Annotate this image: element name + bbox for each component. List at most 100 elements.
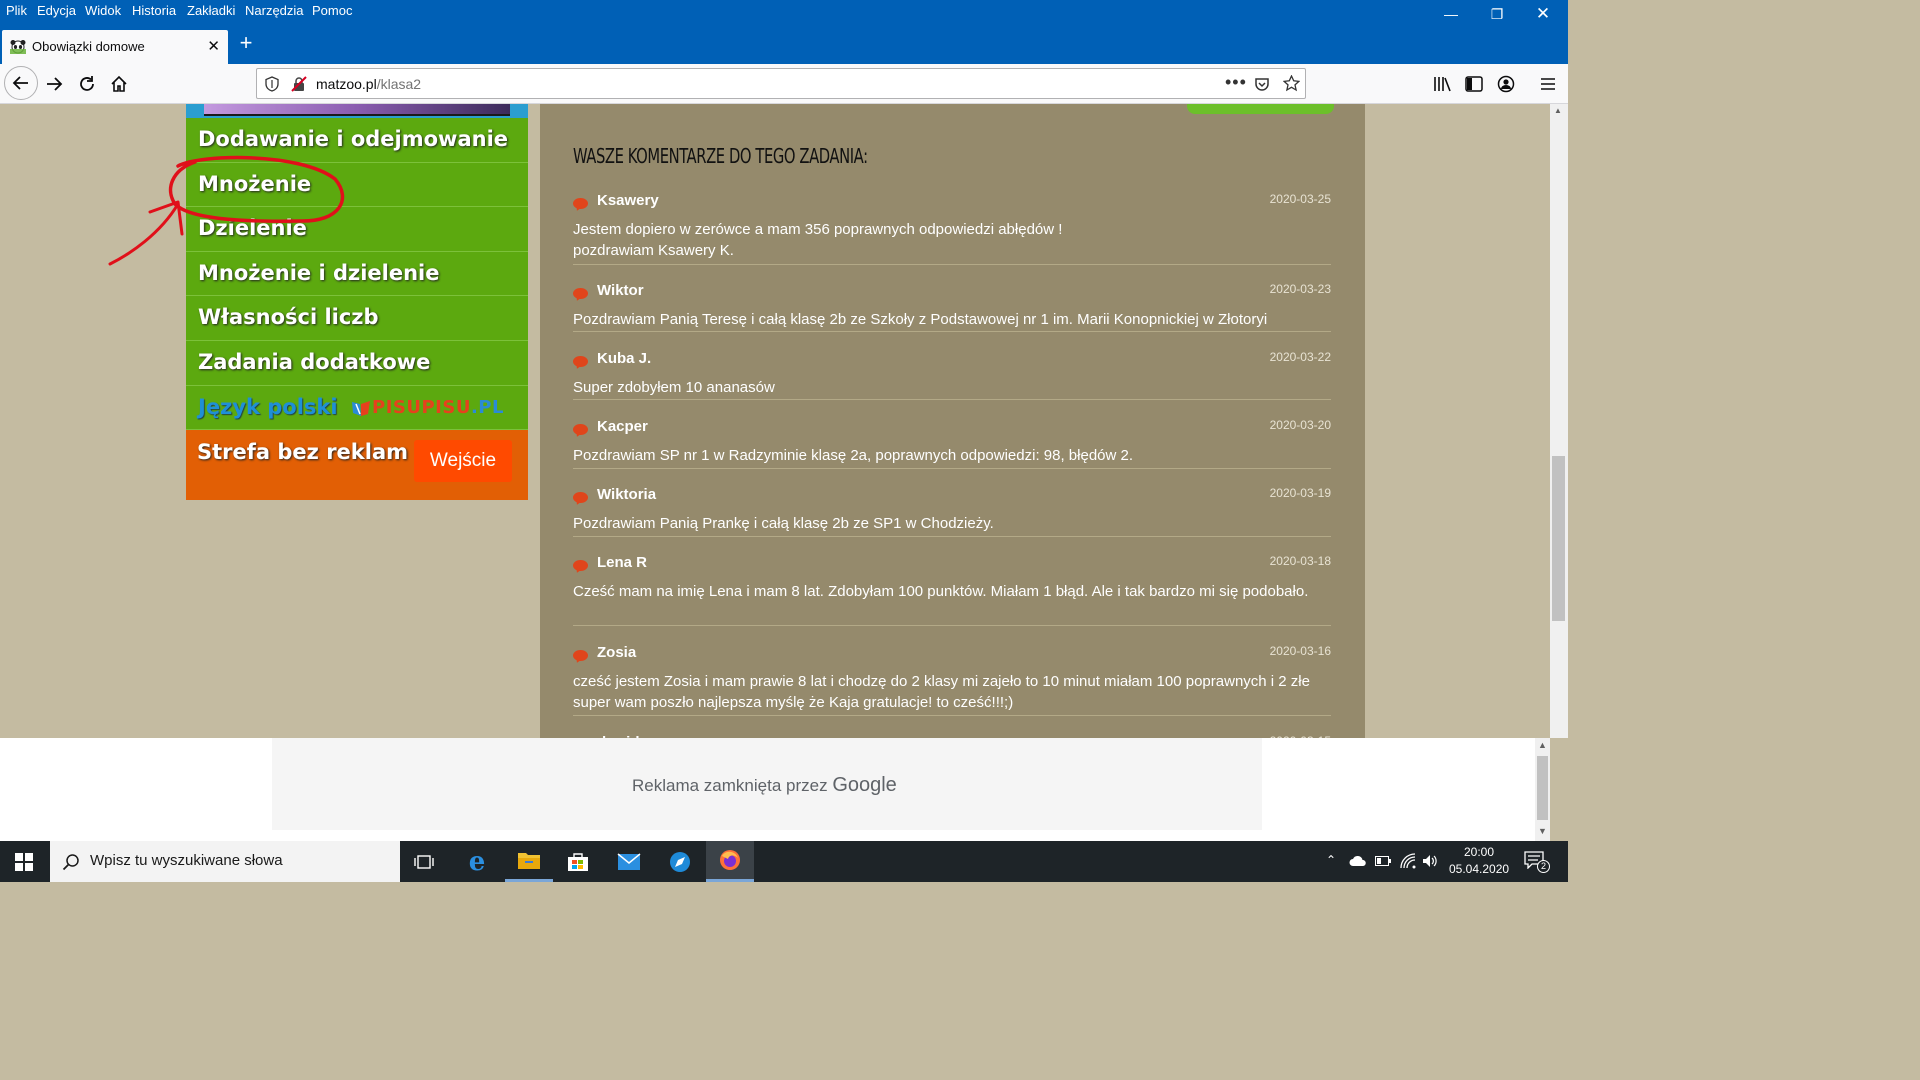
notification-center-icon[interactable]: 2 [1524,851,1550,873]
comment-author: Kuba J. [597,350,652,367]
speech-bubble-icon [573,492,588,503]
sidebar-toggle-icon[interactable] [1458,68,1490,100]
sidebar-item-dzielenie[interactable]: Dzielenie [186,207,528,252]
new-tab-icon[interactable]: + [234,32,258,56]
ad-scrollbar-thumb[interactable] [1537,756,1548,820]
category-sidebar: Dodawanie i odejmowanie Mnożenie Dzielen… [186,104,528,501]
sidebar-item-jezyk-polski[interactable]: Język polski PISUPISU.PL [186,385,528,431]
firefox-taskbar-icon[interactable] [706,841,754,882]
comment-item: Zosia 2020-03-16 cześć jestem Zosia i ma… [573,644,1331,716]
file-explorer-icon[interactable] [505,841,553,882]
comment-text: Pozdrawiam Panią Teresę i całą klasę 2b … [573,311,1268,328]
scroll-up-icon[interactable]: ▲ [1554,106,1562,115]
safari-compass-icon[interactable] [656,841,704,882]
menu-edycja[interactable]: Edycja [37,3,76,18]
account-icon[interactable] [1490,68,1522,100]
tab-obowiazki-domowe[interactable]: Obowiązki domowe ✕ [2,30,228,64]
tray-chevron-icon[interactable]: ⌃ [1326,853,1336,867]
ad-closed-text: Reklama zamknięta przez [632,776,828,795]
pocket-icon[interactable] [1254,76,1270,92]
menu-plik[interactable]: Plik [6,3,27,18]
scroll-down-icon[interactable]: ▼ [1535,826,1550,836]
comment-author: Lena R [597,554,648,571]
comment-item: Wiktor 2020-03-23 Pozdrawiam Panią Teres… [573,282,1331,332]
ad-scrollbar[interactable]: ▲ ▼ [1535,738,1550,841]
speech-bubble-icon [573,650,588,661]
comment-date: 2020-03-18 [1269,554,1331,568]
menu-zakladki[interactable]: Zakładki [187,3,235,18]
battery-icon[interactable] [1375,856,1391,866]
comment-date: 2020-03-16 [1269,644,1331,658]
sidebar-item-dodawanie[interactable]: Dodawanie i odejmowanie [186,118,528,163]
comment-text: Jestem dopiero w zerówce a mam 356 popra… [573,221,1063,259]
comment-item: Kuba J. 2020-03-22 Super zdobyłem 10 ana… [573,350,1331,400]
sidebar-item-label: Dzielenie [198,216,307,241]
page-viewport: Dodawanie i odejmowanie Mnożenie Dzielen… [0,104,1550,738]
volume-icon[interactable] [1422,854,1438,868]
speech-bubble-icon [573,198,588,209]
url-host: matzoo.pl [316,76,377,92]
comment-text: Super zdobyłem 10 ananasów [573,379,775,396]
wifi-icon[interactable] [1400,853,1416,869]
home-icon[interactable] [103,68,135,100]
shield-icon[interactable] [265,76,279,92]
wejscie-button[interactable]: Wejście [414,440,512,483]
sidebar-item-label: Mnożenie [198,171,312,196]
pisupisu-logo-main: PISUPISU [372,396,471,418]
comment-author: Ksawery [597,192,659,209]
sidebar-item-mnozenie[interactable]: Mnożenie [186,162,528,208]
top-green-button[interactable] [1187,104,1334,114]
comments-panel: WASZE KOMENTARZE DO TEGO ZADANIA: Ksawer… [540,104,1365,738]
url-bar[interactable]: matzoo.pl/klasa2 ••• [256,68,1306,99]
bookmark-star-icon[interactable] [1283,75,1300,92]
comment-text: Pozdrawiam SP nr 1 w Radzyminie klasę 2a… [573,447,1134,464]
tab-strip: Obowiązki domowe ✕ + [0,24,1568,64]
sidebar-item-mnozenie-i-dzielenie[interactable]: Mnożenie i dzielenie [186,251,528,297]
system-clock[interactable]: 20:00 05.04.2020 [1449,844,1509,878]
scroll-up-icon[interactable]: ▲ [1535,740,1550,750]
url-path: /klasa2 [376,76,422,92]
task-view-icon[interactable] [400,841,448,882]
page-actions-icon[interactable]: ••• [1225,72,1247,93]
library-icon[interactable] [1426,68,1458,100]
edge-icon[interactable]: e [453,841,501,882]
comment-item: Kacper 2020-03-20 Pozdrawiam SP nr 1 w R… [573,418,1331,469]
sidebar-item-label: Mnożenie i dzielenie [198,260,440,285]
hamburger-menu-icon[interactable] [1532,68,1564,100]
close-tab-icon[interactable]: ✕ [207,37,220,55]
mail-icon[interactable] [605,841,653,882]
page-scrollbar[interactable]: ▲ [1550,104,1568,738]
reload-icon[interactable] [71,68,103,100]
taskbar-search-box[interactable]: Wpisz tu wyszukiwane słowa [50,841,400,882]
back-icon[interactable] [4,66,38,100]
menu-pomoc[interactable]: Pomoc [312,3,352,18]
speech-bubble-icon [573,288,588,299]
restore-icon[interactable]: ❐ [1474,2,1520,26]
sidebar-item-zadania-dodatkowe[interactable]: Zadania dodatkowe [186,340,528,386]
comment-date: 2020-03-25 [1269,192,1331,206]
sidebar-item-wlasnosci-liczb[interactable]: Własności liczb [186,296,528,341]
clock-date: 05.04.2020 [1449,862,1510,876]
comment-author: Wiktor [597,282,644,299]
navigation-toolbar: matzoo.pl/klasa2 ••• [0,64,1568,104]
speech-bubble-icon [573,356,588,367]
page-scrollbar-thumb[interactable] [1552,456,1565,621]
comment-item: Wiktoria 2020-03-19 Pozdrawiam Panią Pra… [573,486,1331,537]
forward-icon[interactable] [38,68,70,100]
menu-widok[interactable]: Widok [85,3,121,18]
windows-taskbar: Wpisz tu wyszukiwane słowa e ⌃ 20:00 05.… [0,841,1568,882]
menu-narzedzia[interactable]: Narzędzia [245,3,304,18]
close-window-icon[interactable]: ✕ [1520,2,1566,26]
sidebar-item-label: Własności liczb [198,305,379,330]
comment-date: 2020-03-20 [1269,418,1331,432]
menu-historia[interactable]: Historia [132,3,176,18]
windows-start-icon[interactable] [0,841,48,882]
comment-text: Pozdrawiam Panią Prankę i całą klasę 2b … [573,515,994,532]
comment-text: cześć jestem Zosia i mam prawie 8 lat i … [573,673,1310,711]
menu-bar: Plik Edycja Widok Historia Zakładki Narz… [0,0,1568,24]
pisupisu-logo[interactable]: PISUPISU.PL [372,397,504,418]
onedrive-icon[interactable] [1349,855,1367,867]
microsoft-store-icon[interactable] [554,841,602,882]
minimize-icon[interactable]: — [1428,2,1474,26]
insecure-lock-icon[interactable] [291,76,307,92]
